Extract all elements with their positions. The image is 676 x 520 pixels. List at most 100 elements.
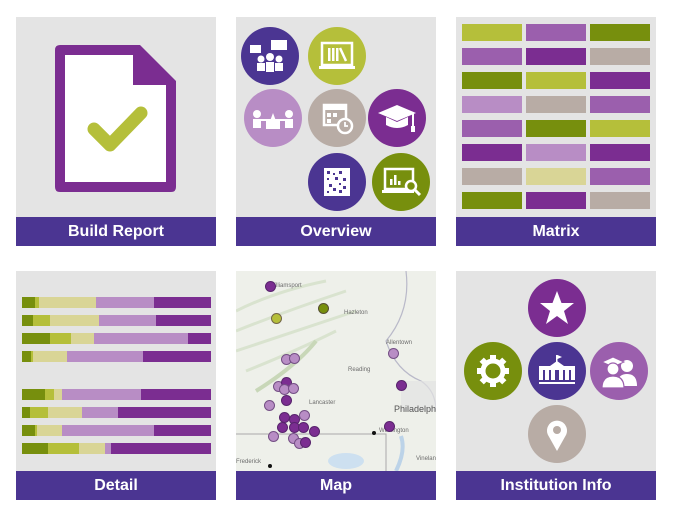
institution-map-marker[interactable] xyxy=(289,353,300,364)
institution-map-marker[interactable] xyxy=(298,422,309,433)
student-graduate-icon xyxy=(590,342,648,400)
institution-map-marker[interactable] xyxy=(281,395,292,406)
map-label: Vineland xyxy=(416,456,436,462)
map-label: Hazleton xyxy=(344,310,368,316)
detail-bar-segment xyxy=(33,351,68,362)
institution-map-marker[interactable] xyxy=(396,380,407,391)
institution-map-marker[interactable] xyxy=(288,383,299,394)
detail-bar-segment xyxy=(142,351,211,362)
map-tile[interactable]: Williamsport Hazleton Allentown Reading … xyxy=(236,271,436,500)
detail-bar xyxy=(22,425,211,436)
detail-bar-segment xyxy=(141,389,211,400)
build-report-tile[interactable]: Build Report xyxy=(16,17,216,246)
matrix-row xyxy=(462,120,650,137)
detail-bar-segment xyxy=(93,333,189,344)
institution-map-marker[interactable] xyxy=(277,422,288,433)
matrix-cell xyxy=(462,144,522,161)
detail-bar xyxy=(22,333,211,344)
detail-bar-segment xyxy=(22,333,51,344)
institution-map-marker[interactable] xyxy=(309,426,320,437)
matrix-cell xyxy=(526,24,586,41)
institution-map-marker[interactable] xyxy=(384,421,395,432)
detail-bar xyxy=(22,315,211,326)
institution-map-marker[interactable] xyxy=(318,303,329,314)
institution-map-marker[interactable] xyxy=(388,348,399,359)
map-label: Philadelphia xyxy=(394,404,436,414)
detail-bar-segment xyxy=(22,297,36,308)
matrix-row xyxy=(462,192,650,209)
detail-bar xyxy=(22,297,211,308)
detail-bar xyxy=(22,389,211,400)
map-terrain xyxy=(236,271,436,471)
institution-map-marker[interactable] xyxy=(264,400,275,411)
detail-bar-segment xyxy=(154,297,211,308)
detail-bar-segment xyxy=(22,407,30,418)
matrix-cell xyxy=(526,72,586,89)
institution-building-icon xyxy=(528,342,586,400)
detail-bar-segment xyxy=(82,407,119,418)
graduation-cap-icon xyxy=(368,89,426,147)
institution-map-marker[interactable] xyxy=(300,437,311,448)
institution-map-marker[interactable] xyxy=(271,313,282,324)
matrix-row xyxy=(462,24,650,41)
matrix-row xyxy=(462,96,650,113)
matrix-label: Matrix xyxy=(456,217,656,246)
detail-label: Detail xyxy=(16,471,216,500)
institution-map-marker[interactable] xyxy=(299,410,310,421)
build-report-label: Build Report xyxy=(16,217,216,246)
overview-tile[interactable]: Overview xyxy=(236,17,436,246)
institution-map-marker[interactable] xyxy=(265,281,276,292)
detail-bar xyxy=(22,407,211,418)
detail-bar-segment xyxy=(48,407,83,418)
matrix-grid xyxy=(456,17,656,217)
matrix-row xyxy=(462,144,650,161)
matrix-cell xyxy=(526,192,586,209)
detail-bar xyxy=(22,351,211,362)
laptop-analytics-icon xyxy=(372,153,430,211)
detail-bar-segment xyxy=(78,443,106,454)
map-label-bar: Map xyxy=(236,471,436,500)
matrix-cell xyxy=(590,192,650,209)
matrix-cell xyxy=(526,168,586,185)
matrix-cell xyxy=(462,192,522,209)
detail-bar-segment xyxy=(33,315,51,326)
detail-bar-segment xyxy=(99,315,157,326)
city-marker xyxy=(268,464,272,468)
matrix-cell xyxy=(526,120,586,137)
city-marker xyxy=(372,431,376,435)
matrix-cell xyxy=(462,168,522,185)
matrix-cell xyxy=(462,120,522,137)
matrix-cell xyxy=(590,168,650,185)
detail-bar-segment xyxy=(22,425,36,436)
map-label: Frederick xyxy=(236,459,262,465)
map-label: Lancaster xyxy=(309,400,336,406)
detail-bar-segment xyxy=(22,315,34,326)
matrix-cell xyxy=(590,72,650,89)
detail-bar-segment xyxy=(48,443,79,454)
collaboration-icon xyxy=(244,89,302,147)
detail-bar-segment xyxy=(54,389,62,400)
matrix-cell xyxy=(590,120,650,137)
institution-info-label: Institution Info xyxy=(456,471,656,500)
matrix-tile[interactable]: Matrix xyxy=(456,17,656,246)
laptop-library-icon xyxy=(308,27,366,85)
institution-info-tile[interactable]: Institution Info xyxy=(456,271,656,500)
detail-bar-segment xyxy=(50,315,100,326)
matrix-cell xyxy=(526,144,586,161)
matrix-cell xyxy=(462,48,522,65)
institution-map-marker[interactable] xyxy=(268,431,279,442)
discussion-group-icon xyxy=(241,27,299,85)
matrix-cell xyxy=(590,144,650,161)
matrix-cell xyxy=(590,48,650,65)
detail-bar-segment xyxy=(67,351,143,362)
detail-bar-segment xyxy=(156,315,211,326)
detail-bar-segment xyxy=(95,297,155,308)
detail-bar xyxy=(22,443,211,454)
detail-tile[interactable]: Detail xyxy=(16,271,216,500)
detail-bar-segment xyxy=(50,333,72,344)
detail-bar-segment xyxy=(61,389,142,400)
detail-bar-segment xyxy=(22,351,32,362)
map-label: Allentown xyxy=(386,340,413,346)
matrix-cell xyxy=(526,96,586,113)
location-pin-icon xyxy=(528,405,586,463)
